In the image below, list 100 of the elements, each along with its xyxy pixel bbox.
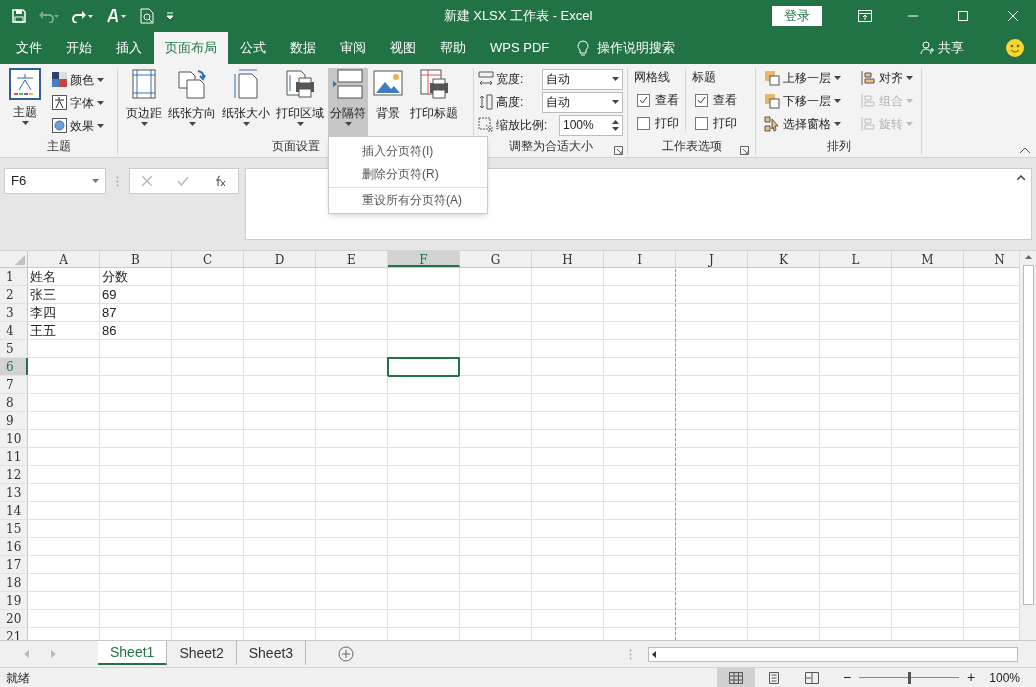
view-mode-button[interactable] (716, 667, 755, 687)
dialog-launcher-icon[interactable] (740, 146, 749, 155)
themes-button[interactable]: 主题 (6, 68, 44, 135)
arrange-button[interactable]: 选择窗格 (764, 114, 856, 134)
ribbon-tab[interactable]: 插入 (104, 32, 154, 64)
row-header[interactable]: 16 (0, 538, 28, 555)
row-header[interactable]: 13 (0, 484, 28, 501)
name-box[interactable]: F6 (4, 168, 106, 194)
arrange-button[interactable]: 下移一层 (764, 91, 856, 111)
row-header[interactable]: 9 (0, 412, 28, 429)
arrange-button[interactable]: 上移一层 (764, 68, 856, 88)
checkbox[interactable] (637, 93, 650, 107)
zoom-in-button[interactable]: + (967, 667, 976, 687)
checkbox[interactable] (695, 93, 708, 107)
row-header[interactable]: 4 (0, 322, 28, 339)
page-setup-button[interactable]: 纸张大小 (220, 68, 272, 136)
row-header[interactable]: 8 (0, 394, 28, 411)
menu-item[interactable]: 重设所有分页符(A) (329, 188, 487, 211)
share-button[interactable]: 共享 (938, 38, 964, 58)
save-icon[interactable] (12, 9, 26, 23)
ribbon-tab[interactable]: 开始 (54, 32, 104, 64)
row-header[interactable]: 19 (0, 592, 28, 609)
column-header[interactable]: F (388, 251, 460, 267)
column-header[interactable]: C (172, 251, 244, 267)
tell-me-search[interactable]: 操作说明搜索 (597, 38, 676, 58)
theme-option-button[interactable]: 字体 (52, 93, 104, 112)
theme-option-button[interactable]: 效果 (52, 116, 104, 135)
zoom-thumb[interactable] (908, 671, 912, 684)
page-setup-button[interactable]: 打印区域 (274, 68, 326, 136)
row-header[interactable]: 2 (0, 286, 28, 303)
menu-item[interactable]: 删除分页符(R) (329, 162, 487, 185)
vertical-scrollbar[interactable] (1019, 251, 1036, 640)
check-icon[interactable] (177, 176, 189, 186)
ribbon-tab[interactable]: 文件 (4, 32, 54, 64)
ribbon-tab[interactable]: 页面布局 (154, 32, 228, 64)
row-header[interactable]: 12 (0, 466, 28, 483)
column-header[interactable]: H (532, 251, 604, 267)
row-header[interactable]: 5 (0, 340, 28, 357)
ribbon-tab[interactable]: 公式 (228, 32, 278, 64)
ribbon-display-icon[interactable] (858, 10, 872, 22)
row-header[interactable]: 18 (0, 574, 28, 591)
column-header[interactable]: D (244, 251, 316, 267)
add-sheet-icon[interactable] (338, 646, 355, 662)
row-header[interactable]: 7 (0, 376, 28, 393)
row-header[interactable]: 17 (0, 556, 28, 573)
print-preview-icon[interactable] (140, 8, 154, 24)
column-header[interactable]: K (748, 251, 820, 267)
dropdown-field[interactable]: 自动 (542, 91, 623, 113)
collapse-ribbon-icon[interactable] (1020, 147, 1030, 153)
ribbon-tab[interactable]: 审阅 (328, 32, 378, 64)
page-setup-button[interactable]: 背景 (370, 68, 406, 136)
ribbon-tab[interactable]: WPS PDF (478, 32, 562, 64)
column-header[interactable]: G (460, 251, 532, 267)
checkbox[interactable] (637, 116, 650, 130)
sheet-tab[interactable]: Sheet1 (98, 641, 168, 665)
row-header[interactable]: 20 (0, 610, 28, 627)
sheet-tab[interactable]: Sheet3 (236, 641, 307, 665)
column-header[interactable]: L (820, 251, 892, 267)
redo-icon[interactable] (72, 9, 94, 23)
dropdown-field[interactable]: 自动 (542, 68, 623, 90)
zoom-slider[interactable] (859, 671, 960, 684)
row-header[interactable]: 14 (0, 502, 28, 519)
customize-icon[interactable] (166, 12, 174, 20)
ribbon-tab[interactable]: 视图 (378, 32, 428, 64)
ribbon-tab[interactable]: 帮助 (428, 32, 478, 64)
column-header[interactable]: J (676, 251, 748, 267)
row-header[interactable]: 10 (0, 430, 28, 447)
zoom-percentage[interactable]: 100% (989, 668, 1020, 687)
function-icon[interactable] (213, 175, 226, 187)
collapse-formula-icon[interactable] (1017, 175, 1025, 180)
theme-option-button[interactable]: 颜色 (52, 70, 104, 89)
sign-in-button[interactable]: 登录 (772, 6, 822, 26)
arrange-button[interactable]: 对齐 (860, 68, 916, 88)
row-header[interactable]: 3 (0, 304, 28, 321)
row-header[interactable]: 15 (0, 520, 28, 537)
column-header[interactable]: B (100, 251, 172, 267)
sheet-tab[interactable]: Sheet2 (167, 641, 237, 665)
page-setup-button[interactable]: 分隔符 (328, 68, 368, 136)
smiley-icon[interactable] (1006, 39, 1024, 57)
column-header[interactable]: M (892, 251, 964, 267)
checkbox[interactable] (695, 116, 708, 130)
row-header[interactable]: 6 (0, 358, 28, 375)
page-setup-button[interactable]: 纸张方向 (166, 68, 218, 136)
menu-item[interactable]: 插入分页符(I) (329, 139, 487, 162)
maximize-icon[interactable] (958, 11, 968, 21)
dialog-launcher-icon[interactable] (614, 146, 623, 155)
ribbon-tab[interactable]: 数据 (278, 32, 328, 64)
row-header[interactable]: 11 (0, 448, 28, 465)
row-header[interactable]: 1 (0, 268, 28, 285)
column-header[interactable]: A (28, 251, 100, 267)
page-setup-button[interactable]: 页边距 (124, 68, 164, 136)
close-icon[interactable] (1008, 11, 1018, 21)
page-setup-button[interactable]: 打印标题 (408, 68, 460, 136)
column-header[interactable]: I (604, 251, 676, 267)
zoom-out-button[interactable]: − (842, 667, 852, 687)
caret-icon (834, 122, 841, 126)
font-icon[interactable] (106, 9, 128, 23)
scale-spinner[interactable]: 100% (559, 114, 623, 136)
horizontal-scrollbar[interactable] (648, 646, 1018, 662)
caret-icon (188, 122, 196, 126)
